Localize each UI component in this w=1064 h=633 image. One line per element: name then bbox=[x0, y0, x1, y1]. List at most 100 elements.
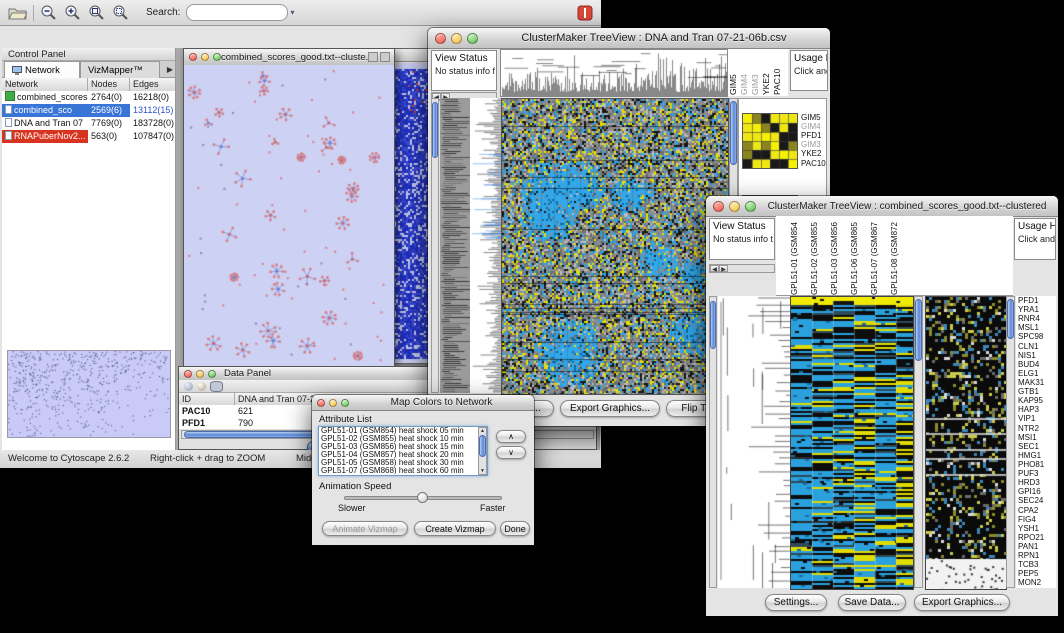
close-icon[interactable] bbox=[713, 201, 724, 212]
gene-label[interactable]: PFD1 bbox=[801, 131, 827, 140]
attribute-list-item[interactable]: GPL51-02 (GSM855) heat shock 10 min bbox=[319, 435, 487, 443]
zoom-icon[interactable] bbox=[213, 53, 221, 61]
array-column-label[interactable]: GPL51-03 (GSM856 bbox=[830, 217, 850, 295]
expression-heatmap[interactable] bbox=[501, 98, 729, 395]
gene-label[interactable]: RNR4 bbox=[1018, 314, 1056, 323]
create-vizmap-button[interactable]: Create Vizmap bbox=[414, 521, 496, 536]
gene-column-label[interactable]: PAC10 bbox=[772, 49, 783, 95]
slider-thumb[interactable] bbox=[417, 492, 428, 503]
treeview1-titlebar[interactable]: ClusterMaker TreeView : DNA and Tran 07-… bbox=[428, 28, 830, 49]
gene-label[interactable]: RPO21 bbox=[1018, 533, 1056, 542]
zoom-selected-icon[interactable] bbox=[112, 4, 130, 22]
gene-label[interactable]: PEP5 bbox=[1018, 569, 1056, 578]
left-vscrollbar[interactable] bbox=[431, 98, 439, 393]
attribute-list-item[interactable]: GPL51-03 (GSM856) heat shock 15 min bbox=[319, 443, 487, 451]
open-folder-icon[interactable] bbox=[8, 5, 27, 20]
database-icon[interactable] bbox=[210, 381, 223, 392]
tab-scroll-right-icon[interactable]: ▶ bbox=[167, 65, 173, 74]
tab-vizmapper[interactable]: VizMapper™ bbox=[80, 61, 160, 78]
background-window-titlebar[interactable] bbox=[391, 49, 430, 62]
network-window-titlebar[interactable]: combined_scores_good.txt--cluste... bbox=[184, 49, 394, 66]
scroll-thumb[interactable] bbox=[432, 102, 438, 158]
gene-label[interactable]: VIP1 bbox=[1018, 414, 1056, 423]
close-icon[interactable] bbox=[184, 370, 192, 378]
gene-label[interactable]: SEC1 bbox=[1018, 442, 1056, 451]
scroll-left-icon[interactable]: ◀ bbox=[710, 265, 719, 272]
attribute-list-item[interactable]: GPL51-04 (GSM857) heat shock 20 min bbox=[319, 451, 487, 459]
left-vscrollbar[interactable] bbox=[709, 296, 717, 588]
gene-label[interactable]: NTR2 bbox=[1018, 424, 1056, 433]
create-attribute-icon[interactable] bbox=[197, 382, 206, 391]
gene-label[interactable]: NIS1 bbox=[1018, 351, 1056, 360]
tab-network[interactable]: Network bbox=[4, 61, 80, 78]
settings-button[interactable]: Settings... bbox=[765, 594, 827, 611]
gene-label[interactable]: CLN1 bbox=[1018, 342, 1056, 351]
col-edges[interactable]: Edges bbox=[130, 78, 175, 91]
gene-label[interactable]: MON2 bbox=[1018, 578, 1056, 587]
minimize-icon[interactable] bbox=[451, 33, 462, 44]
zoom-in-icon[interactable] bbox=[64, 4, 82, 22]
background-network-view[interactable] bbox=[392, 63, 430, 363]
similarity-matrix-1[interactable] bbox=[742, 113, 798, 169]
dialog-titlebar[interactable]: Map Colors to Network bbox=[312, 395, 534, 411]
select-attributes-icon[interactable] bbox=[184, 382, 193, 391]
done-button[interactable]: Done bbox=[500, 521, 530, 536]
gene-label[interactable]: YRA1 bbox=[1018, 305, 1056, 314]
search-dropdown-icon[interactable]: ▾ bbox=[290, 8, 294, 17]
gene-label[interactable]: PUF3 bbox=[1018, 469, 1056, 478]
gene-label[interactable]: HAP3 bbox=[1018, 405, 1056, 414]
close-icon[interactable] bbox=[435, 33, 446, 44]
secondary-heatmap[interactable] bbox=[925, 296, 1007, 590]
scroll-thumb[interactable] bbox=[710, 301, 716, 349]
gene-label[interactable]: PHO81 bbox=[1018, 460, 1056, 469]
minimize-icon[interactable] bbox=[201, 53, 209, 61]
attribute-listbox[interactable]: GPL51-01 (GSM854) heat shock 05 minGPL51… bbox=[318, 426, 488, 476]
scroll-thumb[interactable] bbox=[1007, 299, 1014, 339]
zoom-icon[interactable] bbox=[467, 33, 478, 44]
zoom-out-icon[interactable] bbox=[40, 4, 58, 22]
plugin-icon[interactable] bbox=[577, 5, 593, 21]
gene-label[interactable]: SPC98 bbox=[1018, 332, 1056, 341]
gene-column-label[interactable]: GIM4 bbox=[739, 49, 750, 95]
zoom-icon[interactable] bbox=[341, 399, 349, 407]
table-row[interactable]: combined_scores 2764(0) 16218(0) bbox=[2, 91, 175, 104]
gene-label[interactable]: GIM4 bbox=[801, 122, 827, 131]
close-icon[interactable] bbox=[317, 399, 325, 407]
gene-label[interactable]: FIG4 bbox=[1018, 515, 1056, 524]
network-overview-thumbnail[interactable] bbox=[7, 350, 171, 438]
mini-hscrollbar[interactable]: ◀ ▶ bbox=[709, 264, 775, 273]
array-column-label[interactable]: GPL51-06 (GSM865 bbox=[850, 217, 870, 295]
scroll-up-icon[interactable]: ▲ bbox=[479, 428, 486, 434]
gene-label[interactable]: YSH1 bbox=[1018, 524, 1056, 533]
treeview2-titlebar[interactable]: ClusterMaker TreeView : combined_scores_… bbox=[706, 196, 1058, 217]
zoom-icon[interactable] bbox=[208, 370, 216, 378]
gene-column-label[interactable]: GIM3 bbox=[750, 49, 761, 95]
array-column-label[interactable]: GPL51-01 (GSM854 bbox=[790, 217, 810, 295]
gene-label[interactable]: MSL1 bbox=[1018, 323, 1056, 332]
gene-label[interactable]: MAK31 bbox=[1018, 378, 1056, 387]
gene-label[interactable]: HMG1 bbox=[1018, 451, 1056, 460]
background-network-window[interactable] bbox=[390, 48, 431, 364]
gene-label[interactable]: GPI16 bbox=[1018, 487, 1056, 496]
gene-label[interactable]: YKE2 bbox=[801, 149, 827, 158]
expression-heatmap[interactable] bbox=[790, 296, 914, 590]
gene-label[interactable]: PFD1 bbox=[1018, 296, 1056, 305]
table-row[interactable]: DNA and Tran 07 7769(0) 183728(0) bbox=[2, 117, 175, 130]
gene-label[interactable]: HRD3 bbox=[1018, 478, 1056, 487]
network-canvas[interactable] bbox=[184, 65, 394, 366]
table-row[interactable]: RNAPuberNov2... 563(0) 107847(0) bbox=[2, 130, 175, 143]
scroll-thumb[interactable] bbox=[479, 435, 486, 457]
gene-label[interactable]: SEC24 bbox=[1018, 496, 1056, 505]
attribute-list-item[interactable]: GPL51-01 (GSM854) heat shock 05 min bbox=[319, 427, 487, 435]
scroll-thumb[interactable] bbox=[915, 299, 922, 361]
gene-label[interactable]: BUD4 bbox=[1018, 360, 1056, 369]
export-graphics-button[interactable]: Export Graphics... bbox=[914, 594, 1010, 611]
gene-label[interactable]: CPA2 bbox=[1018, 506, 1056, 515]
column-dendrogram[interactable] bbox=[500, 49, 728, 97]
scroll-thumb[interactable] bbox=[730, 101, 737, 165]
search-input[interactable] bbox=[186, 4, 288, 21]
move-up-button[interactable]: ∧ bbox=[496, 430, 526, 443]
table-row-selected[interactable]: combined_sco 2569(6) 13112(15) bbox=[2, 104, 175, 117]
array-column-label[interactable]: GPL51-08 (GSM872 bbox=[890, 217, 910, 295]
attribute-list-item[interactable]: GPL51-07 (GSM868) heat shock 60 min bbox=[319, 467, 487, 475]
